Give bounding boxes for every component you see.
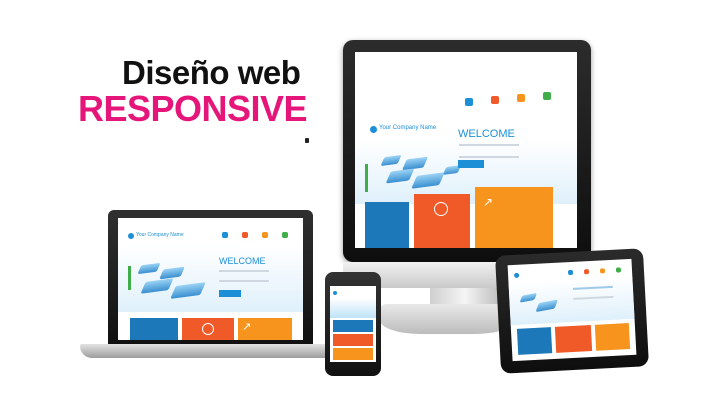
home-icon — [222, 232, 228, 238]
feature-tile-blue[interactable] — [130, 318, 178, 340]
home-icon — [465, 98, 473, 106]
welcome-text-lines — [572, 285, 614, 300]
company-logo-icon — [370, 126, 377, 133]
briefcase-icon — [491, 96, 499, 104]
edit-icon — [262, 232, 268, 238]
feature-tile-orange[interactable]: ↗ — [475, 187, 553, 248]
contact-icon — [615, 267, 622, 273]
company-logo-icon — [513, 272, 520, 278]
edit-icon — [517, 94, 525, 102]
company-name: Your Company Name — [136, 232, 184, 238]
briefcase-icon — [242, 232, 248, 238]
website-mockup: Your Company Name WELCOME ↗ — [355, 52, 577, 248]
welcome-text-lines — [459, 144, 519, 158]
contact-icon — [282, 232, 288, 238]
feature-tile-red[interactable] — [414, 194, 470, 248]
feature-tile-red[interactable] — [333, 334, 373, 346]
feature-tile-orange[interactable] — [594, 323, 631, 351]
read-more-button[interactable] — [458, 160, 484, 168]
globe-icon — [434, 202, 448, 216]
company-logo-icon — [128, 233, 134, 239]
laptop-base — [80, 344, 348, 358]
feature-tile-red[interactable] — [182, 318, 234, 340]
feature-tile-orange[interactable] — [333, 348, 373, 360]
hero-banner — [330, 298, 376, 318]
tablet-screen — [507, 258, 637, 362]
feature-tile-blue[interactable] — [365, 202, 409, 248]
welcome-heading: WELCOME — [219, 256, 266, 266]
side-tab — [365, 164, 368, 192]
website-mockup — [508, 259, 637, 361]
website-mockup — [330, 286, 376, 362]
read-more-button[interactable] — [219, 290, 241, 297]
edit-icon — [599, 268, 606, 274]
chart-arrow-icon: ↗ — [242, 320, 252, 333]
feature-tile-red[interactable] — [554, 325, 593, 353]
contact-icon — [543, 92, 551, 100]
briefcase-icon — [583, 269, 590, 275]
globe-icon — [202, 323, 214, 335]
welcome-heading: WELCOME — [458, 128, 515, 140]
home-icon — [567, 269, 574, 276]
hero-banner — [118, 246, 303, 312]
decorative-mark — [305, 138, 309, 143]
company-name: Your Company Name — [379, 125, 437, 131]
company-logo-icon — [333, 291, 337, 295]
monitor-stand-base — [380, 304, 515, 334]
website-mockup: Your Company Name WELCOME ↗ — [118, 218, 303, 340]
feature-tile-orange[interactable]: ↗ — [238, 318, 292, 340]
phone-screen — [330, 286, 376, 362]
feature-tile-blue[interactable] — [333, 320, 373, 332]
welcome-text-lines — [219, 270, 269, 282]
laptop-screen: Your Company Name WELCOME ↗ — [118, 218, 303, 340]
headline-line-2: RESPONSIVE — [78, 88, 308, 129]
feature-tile-blue[interactable] — [516, 327, 553, 355]
chart-arrow-icon: ↗ — [483, 195, 494, 209]
monitor-screen: Your Company Name WELCOME ↗ — [355, 52, 577, 248]
headline-line-1: Diseño web — [122, 54, 301, 91]
side-tab — [128, 266, 131, 290]
